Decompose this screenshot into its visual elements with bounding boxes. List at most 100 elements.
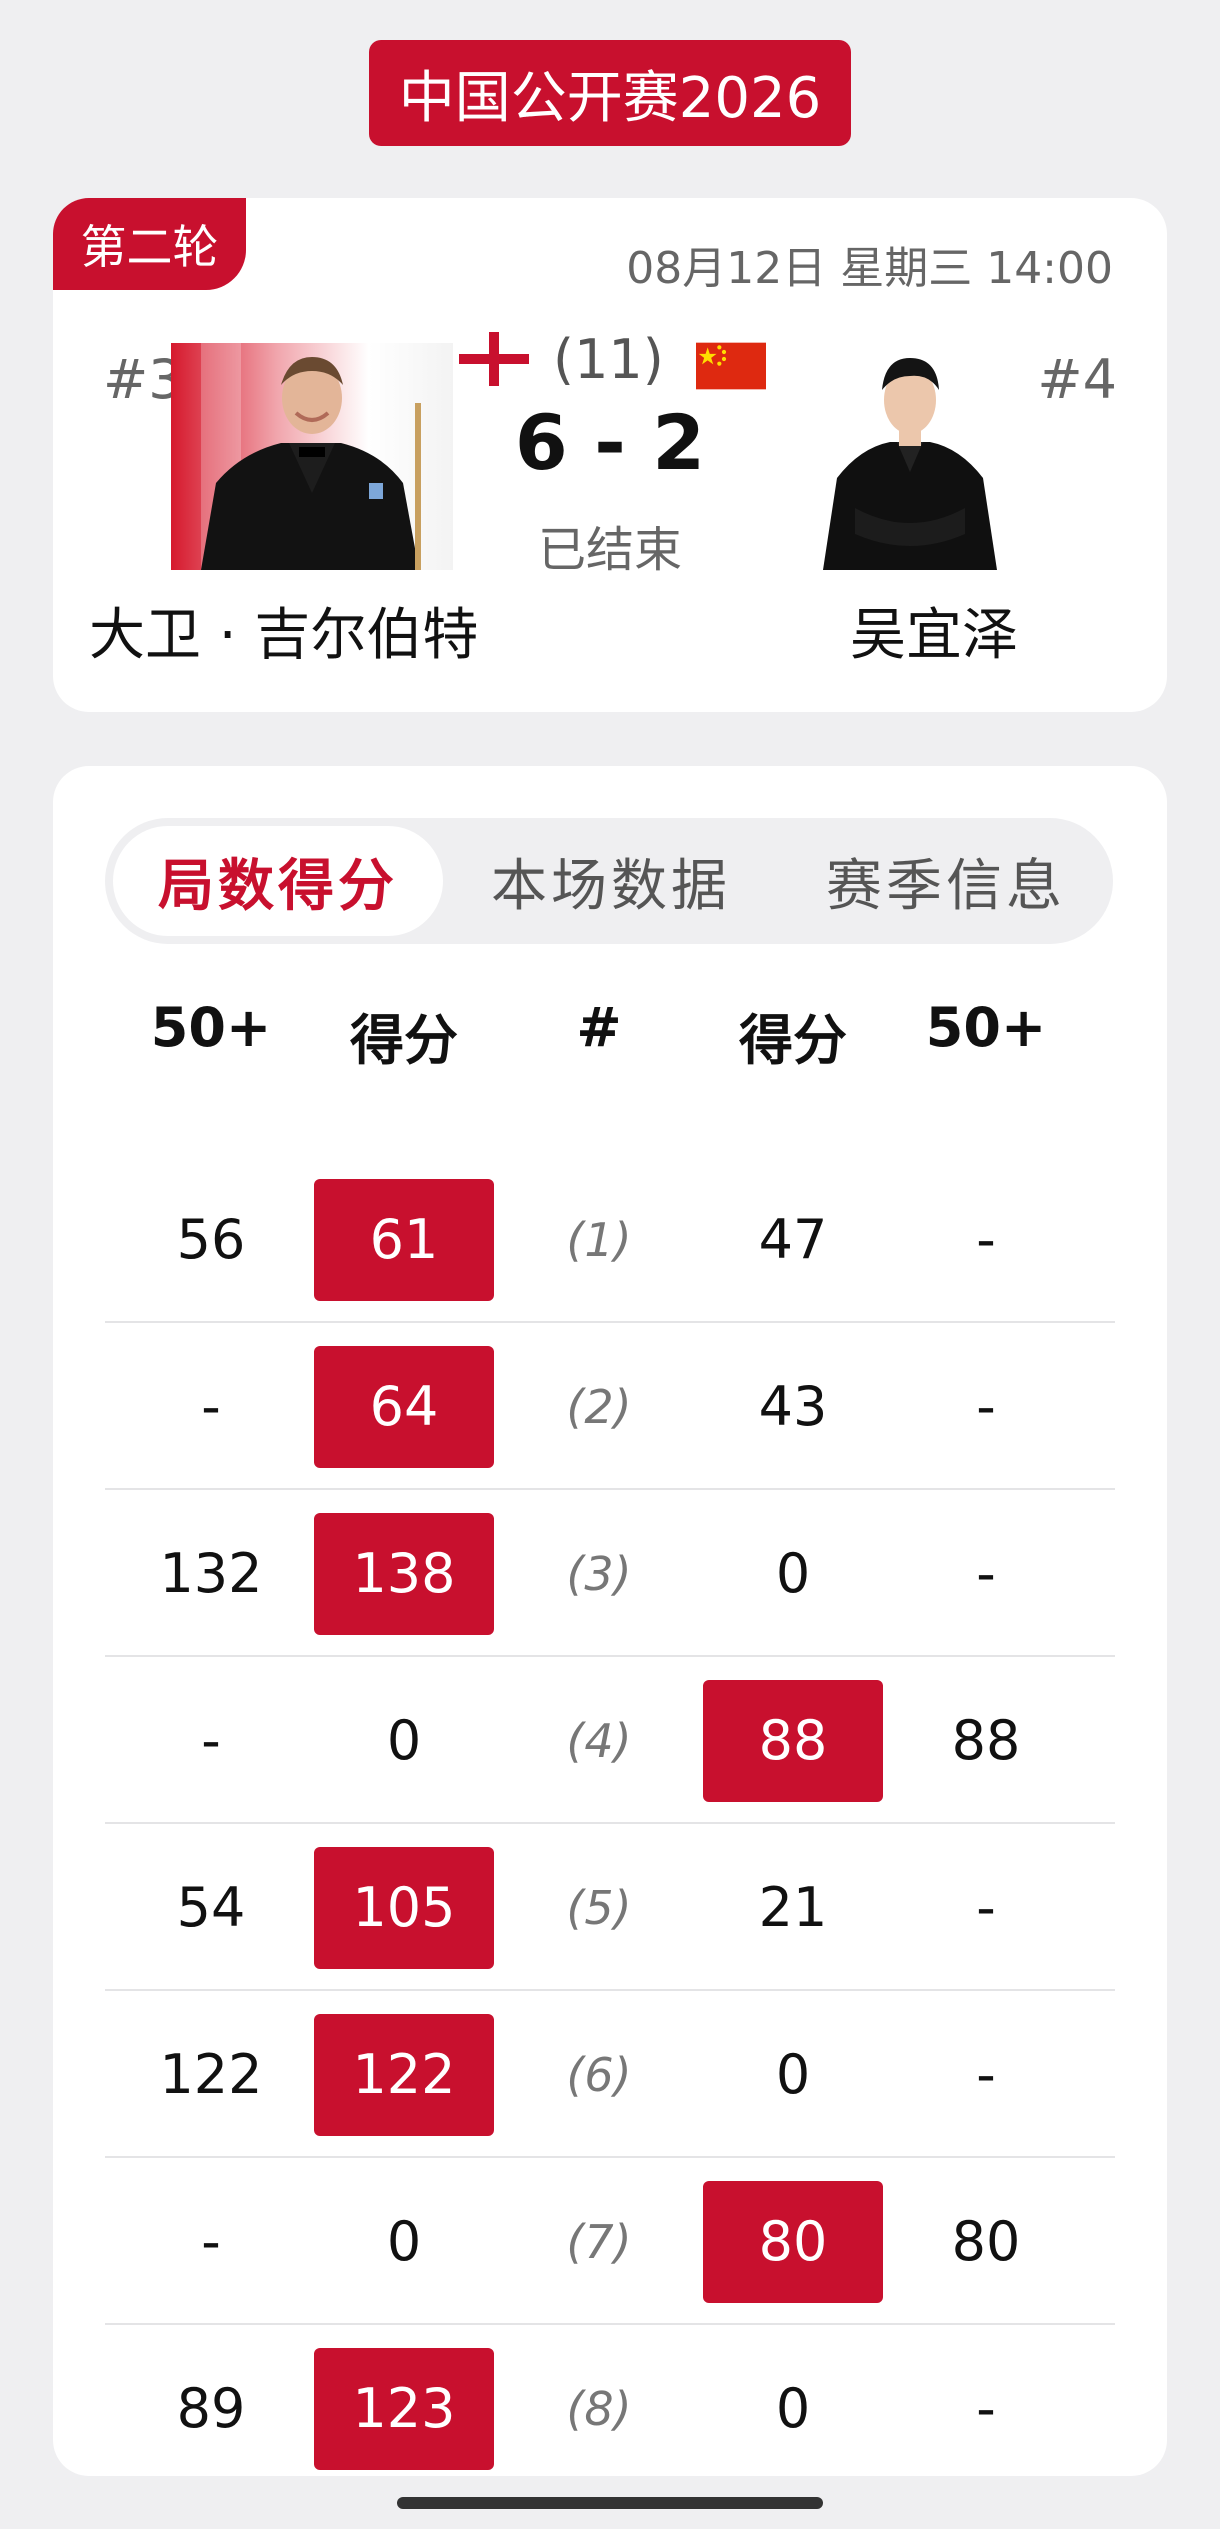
- home-indicator[interactable]: [397, 2497, 823, 2509]
- frame-number-cell-value: (2): [566, 1379, 632, 1434]
- frame-number-cell-value: (3): [566, 1546, 632, 1601]
- frame-number-cell: (3): [509, 1490, 689, 1657]
- table-row: - 64 (2) 43 -: [53, 1323, 1167, 1490]
- frame-number-cell: (2): [509, 1323, 689, 1490]
- frame-number-cell-value: (6): [566, 2047, 632, 2102]
- left-score-cell-value: 64: [314, 1345, 494, 1468]
- round-badge: 第二轮: [53, 198, 246, 290]
- right-score-cell: 21: [703, 1824, 883, 1991]
- frame-number-cell-value: (1): [566, 1212, 632, 1267]
- left-break-cell-value: 89: [176, 2377, 246, 2440]
- left-break-cell-value: -: [201, 1709, 221, 1772]
- right-break-cell: -: [896, 1991, 1076, 2158]
- header-left-breaks: 50+: [150, 996, 272, 1059]
- right-score-cell: 88: [703, 1657, 883, 1824]
- left-break-cell: -: [121, 2158, 301, 2325]
- right-break-cell: -: [896, 1156, 1076, 1323]
- frame-number-cell-value: (7): [566, 2214, 632, 2269]
- header-frame-number: #: [576, 996, 622, 1059]
- right-score-cell: 0: [703, 1991, 883, 2158]
- header-left-score: 得分: [350, 1009, 458, 1072]
- right-break-cell-value: -: [976, 2377, 996, 2440]
- tab-frame-scores[interactable]: 局数得分: [113, 826, 443, 936]
- match-datetime: 08月12日 星期三 14:00: [626, 243, 1113, 294]
- table-row: 89 123 (8) 0 -: [53, 2325, 1167, 2476]
- frame-number-cell-value: (5): [566, 1880, 632, 1935]
- right-break-cell-value: 80: [951, 2210, 1021, 2273]
- right-score-cell-value: 0: [775, 2377, 811, 2440]
- left-break-cell: -: [121, 1323, 301, 1490]
- left-break-cell: 56: [121, 1156, 301, 1323]
- frame-number-cell-value: (8): [566, 2381, 632, 2436]
- left-score-cell: 61: [314, 1156, 494, 1323]
- right-break-cell: -: [896, 1824, 1076, 1991]
- right-break-cell-value: -: [976, 1375, 996, 1438]
- table-row: - 0 (7) 80 80: [53, 2158, 1167, 2325]
- left-score-cell-value: 123: [314, 2347, 494, 2470]
- right-score-cell: 47: [703, 1156, 883, 1323]
- right-score-cell-value: 80: [703, 2180, 883, 2303]
- left-score-cell: 64: [314, 1323, 494, 1490]
- left-score-cell: 122: [314, 1991, 494, 2158]
- left-break-cell-value: 56: [176, 1208, 246, 1271]
- left-score-cell-value: 0: [386, 2210, 422, 2273]
- left-break-cell: 122: [121, 1991, 301, 2158]
- left-player-name[interactable]: 大卫 · 吉尔伯特: [89, 590, 478, 671]
- header-right-breaks: 50+: [925, 996, 1047, 1059]
- left-break-cell: 89: [121, 2325, 301, 2476]
- frame-number-cell: (7): [509, 2158, 689, 2325]
- frame-number-cell: (4): [509, 1657, 689, 1824]
- table-row: 56 61 (1) 47 -: [53, 1156, 1167, 1323]
- right-break-cell-value: -: [976, 1208, 996, 1271]
- right-break-cell-value: -: [976, 2043, 996, 2106]
- right-score-cell-value: 21: [758, 1876, 828, 1939]
- table-row: - 0 (4) 88 88: [53, 1657, 1167, 1824]
- left-score-cell: 0: [314, 2158, 494, 2325]
- table-row: 122 122 (6) 0 -: [53, 1991, 1167, 2158]
- china-flag-icon: [696, 341, 766, 391]
- tab-bar: 局数得分 本场数据 赛季信息: [105, 818, 1113, 944]
- right-score-cell: 0: [703, 1490, 883, 1657]
- header-right-score: 得分: [739, 1009, 847, 1072]
- left-score-cell: 138: [314, 1490, 494, 1657]
- left-score-cell-value: 61: [314, 1178, 494, 1301]
- left-break-cell-value: -: [201, 2210, 221, 2273]
- right-score-cell-value: 43: [758, 1375, 828, 1438]
- match-status: 已结束: [537, 522, 682, 578]
- left-score-cell-value: 105: [314, 1846, 494, 1969]
- frame-scores-card: 局数得分 本场数据 赛季信息 50+ 得分 # 得分 50+ 56 61 (1) 47…: [53, 766, 1167, 2476]
- left-score-cell-value: 138: [314, 1512, 494, 1635]
- match-score: 6 - 2: [514, 398, 706, 487]
- left-break-cell-value: 54: [176, 1876, 246, 1939]
- right-break-cell: -: [896, 1490, 1076, 1657]
- match-header-card: 第二轮 08月12日 星期三 14:00 #32 #4 大卫 · 吉尔伯特 吴宜…: [53, 198, 1167, 712]
- tab-match-stats[interactable]: 本场数据: [443, 818, 779, 944]
- right-break-cell: -: [896, 2325, 1076, 2476]
- right-break-cell: 88: [896, 1657, 1076, 1824]
- left-score-cell: 123: [314, 2325, 494, 2476]
- right-score-cell: 80: [703, 2158, 883, 2325]
- right-break-cell-value: -: [976, 1876, 996, 1939]
- left-score-cell-value: 122: [314, 2013, 494, 2136]
- left-break-cell: 54: [121, 1824, 301, 1991]
- table-header: 50+ 得分 # 得分 50+: [53, 996, 1167, 1076]
- tab-season-info[interactable]: 赛季信息: [779, 818, 1113, 944]
- right-break-cell-value: -: [976, 1542, 996, 1605]
- frame-number-cell: (8): [509, 2325, 689, 2476]
- table-row: 132 138 (3) 0 -: [53, 1490, 1167, 1657]
- tournament-title-button[interactable]: 中国公开赛2026: [369, 40, 851, 146]
- right-score-cell-value: 88: [703, 1679, 883, 1802]
- right-score-cell-value: 0: [775, 1542, 811, 1605]
- right-player-name[interactable]: 吴宜泽: [850, 590, 1018, 671]
- table-row: 54 105 (5) 21 -: [53, 1824, 1167, 1991]
- right-score-cell: 43: [703, 1323, 883, 1490]
- left-score-cell: 0: [314, 1657, 494, 1824]
- left-break-cell-value: 122: [159, 2043, 263, 2106]
- left-break-cell: -: [121, 1657, 301, 1824]
- right-break-cell: 80: [896, 2158, 1076, 2325]
- left-score-cell: 105: [314, 1824, 494, 1991]
- left-score-cell-value: 0: [386, 1709, 422, 1772]
- left-break-cell: 132: [121, 1490, 301, 1657]
- frame-number-cell: (5): [509, 1824, 689, 1991]
- right-score-cell-value: 47: [758, 1208, 828, 1271]
